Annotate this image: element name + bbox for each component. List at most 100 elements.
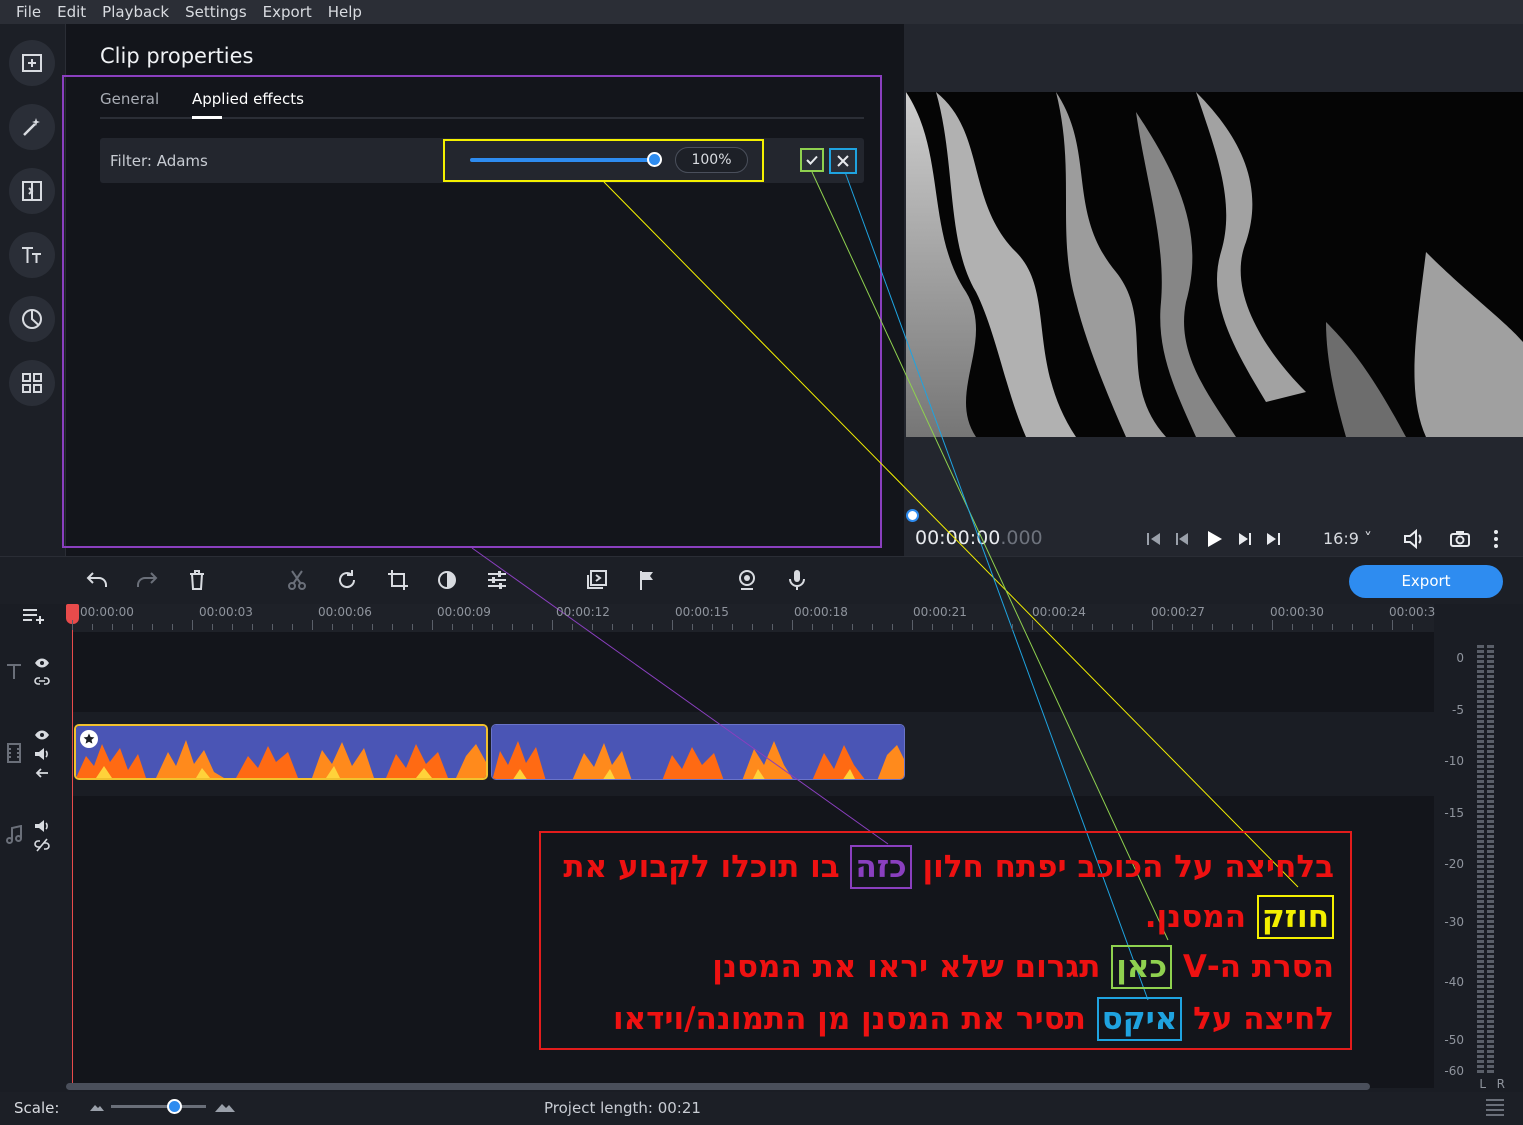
strength-slider[interactable]: [470, 158, 654, 162]
ruler-tick: [1252, 624, 1253, 630]
sliders-icon: [488, 571, 506, 589]
aspect-ratio-select[interactable]: 16:9 ˅: [1323, 529, 1372, 548]
text-icon: [7, 664, 21, 679]
effects-star-button[interactable]: [80, 730, 98, 748]
ruler-tick: [292, 624, 293, 630]
ruler-tick: [752, 624, 753, 630]
snapshot-button[interactable]: [1448, 527, 1472, 551]
add-track-icon: [23, 609, 44, 624]
meter-scale-label: -30: [1444, 915, 1464, 929]
color-adjust-button[interactable]: [434, 567, 460, 593]
ruler-tick: [72, 620, 73, 630]
delete-button[interactable]: [184, 567, 210, 593]
transitions-button[interactable]: [9, 168, 55, 214]
titles-button[interactable]: [9, 232, 55, 278]
skip-end-button[interactable]: [1261, 527, 1285, 551]
seek-handle[interactable]: [906, 509, 919, 522]
meter-scale-label: 0: [1456, 651, 1464, 665]
time-ruler[interactable]: [72, 604, 1434, 632]
menu-playback[interactable]: Playback: [94, 3, 177, 21]
text-track-visibility[interactable]: [32, 654, 52, 672]
menu-help[interactable]: Help: [320, 3, 370, 21]
scale-slider[interactable]: [111, 1105, 206, 1108]
menu-edit[interactable]: Edit: [49, 3, 94, 21]
ruler-tick: [472, 624, 473, 630]
prev-frame-button[interactable]: [1171, 527, 1195, 551]
menu-export[interactable]: Export: [255, 3, 320, 21]
webcam-button[interactable]: [734, 567, 760, 593]
video-track-visibility[interactable]: [32, 726, 52, 744]
magic-wand-icon: [23, 118, 40, 136]
film-icon: [7, 743, 21, 763]
ruler-tick: [792, 620, 793, 630]
import-button[interactable]: [9, 40, 55, 86]
marker-button[interactable]: [634, 567, 660, 593]
video-track-link[interactable]: [32, 764, 52, 782]
ruler-tick: [972, 624, 973, 630]
volume-button[interactable]: [1403, 527, 1427, 551]
video-clip-2[interactable]: [491, 724, 905, 780]
zoom-out-button[interactable]: [84, 1094, 110, 1120]
trash-icon: [190, 570, 204, 590]
tab-applied-effects[interactable]: Applied effects: [192, 90, 304, 108]
video-clip-1[interactable]: [74, 724, 488, 780]
menu-file[interactable]: File: [8, 3, 49, 21]
audio-track-link[interactable]: [32, 836, 52, 854]
redo-icon: [137, 572, 158, 587]
text-track-link[interactable]: [32, 672, 52, 690]
redo-button[interactable]: [134, 567, 160, 593]
add-track-button[interactable]: [20, 603, 46, 629]
stickers-button[interactable]: [9, 296, 55, 342]
more-tools-icon: [22, 373, 42, 393]
next-frame-button[interactable]: [1232, 527, 1256, 551]
play-button[interactable]: [1202, 527, 1226, 551]
ruler-tick: [772, 624, 773, 630]
remove-effect-button[interactable]: [829, 148, 857, 174]
export-button[interactable]: Export: [1349, 565, 1503, 598]
transition-wizard-button[interactable]: [584, 567, 610, 593]
voiceover-button[interactable]: [784, 567, 810, 593]
strength-slider-thumb[interactable]: [647, 152, 662, 167]
ruler-tick: [732, 624, 733, 630]
text-track: [72, 632, 1434, 712]
undo-icon: [86, 572, 107, 587]
scale-slider-thumb[interactable]: [167, 1099, 182, 1114]
microphone-icon: [789, 570, 805, 590]
tab-general[interactable]: General: [100, 90, 159, 108]
undo-button[interactable]: [84, 567, 110, 593]
note-text: תסיר את המסנן מן התמונה/וידאו: [612, 1001, 1097, 1037]
ruler-tick: [1352, 624, 1353, 630]
timeline-scrollbar[interactable]: [66, 1083, 1370, 1090]
crop-button[interactable]: [385, 567, 411, 593]
speaker-icon: [35, 748, 48, 760]
speaker-icon: [35, 820, 48, 832]
ruler-tick: [1272, 620, 1273, 630]
strength-value[interactable]: 100%: [675, 147, 748, 173]
zoom-in-button[interactable]: [212, 1094, 238, 1120]
ruler-tick: [552, 620, 553, 630]
rotate-button[interactable]: [334, 567, 360, 593]
split-button[interactable]: [284, 567, 310, 593]
clip-properties-button[interactable]: [484, 567, 510, 593]
toggle-effect-checkbox[interactable]: [800, 148, 824, 172]
scissors-icon: [288, 570, 306, 590]
menu-settings[interactable]: Settings: [177, 3, 255, 21]
smoke-image: [906, 92, 1523, 437]
layout-button[interactable]: [1482, 1094, 1508, 1120]
more-options-button[interactable]: [1484, 527, 1508, 551]
skip-start-button[interactable]: [1142, 527, 1166, 551]
note-highlight-green: כאן: [1111, 945, 1173, 989]
more-tools-button[interactable]: [9, 360, 55, 406]
arrow-left-icon: [35, 768, 48, 778]
note-line-4: לחיצה על איקס תסיר את המסנן מן התמונה/וי…: [613, 997, 1334, 1041]
filters-button[interactable]: [9, 104, 55, 150]
audio-track-mute[interactable]: [32, 817, 52, 835]
stickers-icon: [22, 309, 42, 329]
meter-scale-label: -20: [1444, 857, 1464, 871]
video-track-mute[interactable]: [32, 745, 52, 763]
ruler-tick: [932, 624, 933, 630]
meter-right-label: R: [1496, 1077, 1505, 1091]
clip-properties-panel: Clip properties General Applied effects …: [66, 24, 904, 556]
ruler-tick-label: 00:00:18: [794, 605, 848, 619]
preview-player: [906, 92, 1523, 437]
